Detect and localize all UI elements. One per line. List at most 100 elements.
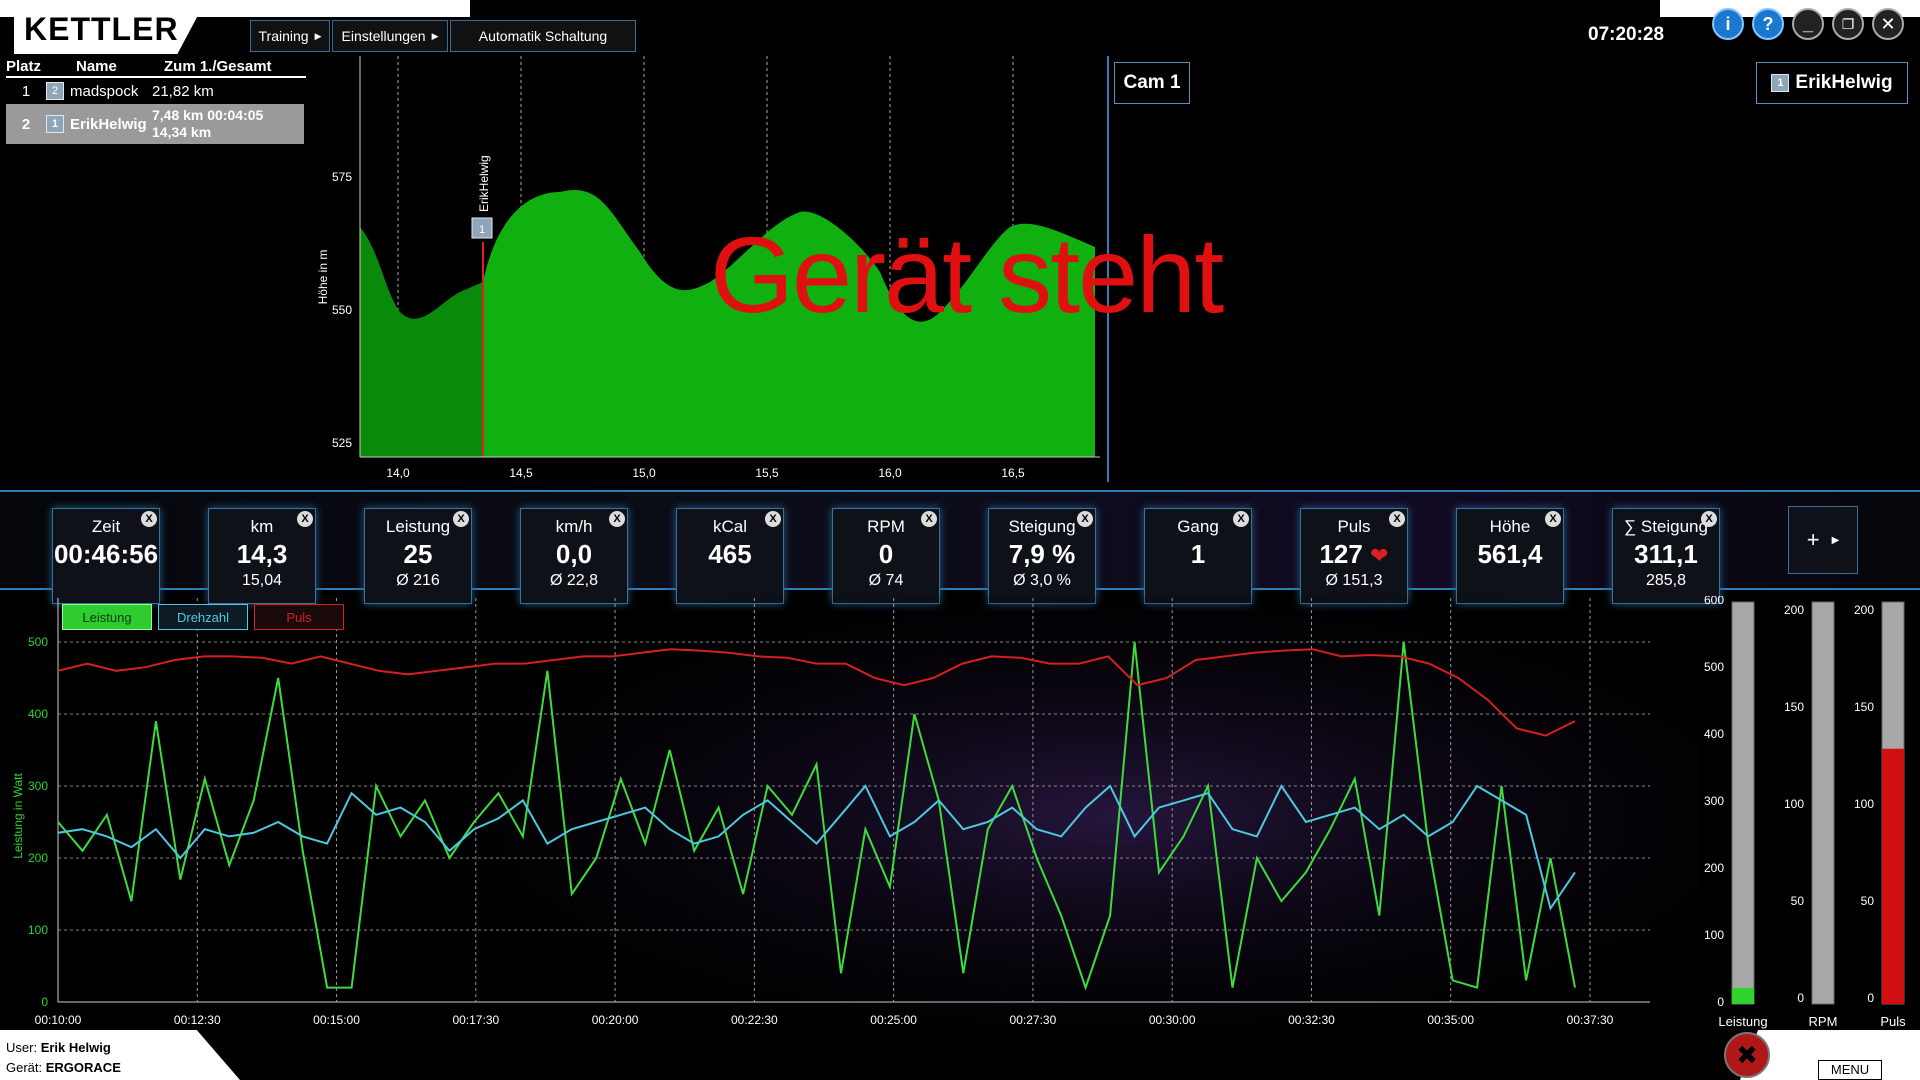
close-icon[interactable]: X bbox=[1701, 511, 1717, 527]
add-metric-button[interactable]: + ▶ bbox=[1788, 506, 1858, 574]
metric-tile-rpm[interactable]: X RPM 0 Ø 74 bbox=[832, 508, 940, 604]
metric-tile-zeit[interactable]: X Zeit 00:46:56 bbox=[52, 508, 160, 604]
elev-xtick: 16,5 bbox=[1001, 466, 1025, 480]
chart-ytick-left: 200 bbox=[28, 851, 48, 865]
current-user-box[interactable]: 1 ErikHelwig bbox=[1756, 62, 1908, 104]
close-icon[interactable]: X bbox=[921, 511, 937, 527]
elev-xtick: 14,0 bbox=[386, 466, 410, 480]
elev-ylabel: Höhe in m bbox=[316, 250, 330, 305]
chart-ytick-right: 0 bbox=[1717, 995, 1724, 1009]
elevation-ridden-area bbox=[360, 227, 483, 457]
metric-tile-kcal[interactable]: X kCal 465 bbox=[676, 508, 784, 604]
chart-ytick-right: 200 bbox=[1704, 861, 1724, 875]
footer bbox=[0, 1032, 1920, 1080]
gauge-label: RPM bbox=[1809, 1014, 1838, 1029]
chart-ytick-right: 400 bbox=[1704, 727, 1724, 741]
einstellungen-label: Einstellungen bbox=[341, 28, 426, 44]
chart-ytick-left: 500 bbox=[28, 635, 48, 649]
elev-xtick: 16,0 bbox=[878, 466, 902, 480]
metric-value: 7,9 % bbox=[1008, 539, 1076, 569]
metric-value: 0 bbox=[878, 539, 894, 569]
close-icon[interactable]: X bbox=[1389, 511, 1405, 527]
rider-marker-badge: 1 bbox=[479, 224, 485, 236]
rider-marker-name: ErikHelwig bbox=[477, 155, 491, 212]
minimize-icon[interactable]: _ bbox=[1792, 8, 1824, 40]
metric-tile-puls[interactable]: X Puls 127 ❤ Ø 151,3 bbox=[1300, 508, 1408, 604]
stop-button[interactable]: ✖ bbox=[1724, 1032, 1770, 1078]
metric-value: 465 bbox=[708, 539, 752, 569]
gauge-tick: 150 bbox=[1854, 700, 1874, 714]
user-badge: 1 bbox=[1771, 74, 1790, 92]
metric-value: 0,0 bbox=[555, 539, 593, 569]
training-menu-button[interactable]: Training ▶ bbox=[250, 20, 330, 52]
chart-ytick-right: 300 bbox=[1704, 794, 1724, 808]
chart-ytick-right: 600 bbox=[1704, 596, 1724, 607]
metric-avg: Ø 3,0 % bbox=[1013, 572, 1071, 589]
legend-puls-toggle[interactable]: Puls bbox=[254, 604, 344, 630]
metric-value: 311,1 bbox=[1634, 539, 1698, 569]
metric-tile-leistung[interactable]: X Leistung 25 Ø 216 bbox=[364, 508, 472, 604]
metric-tile-km[interactable]: X km 14,3 15,04 bbox=[208, 508, 316, 604]
gauge-puls-fill bbox=[1882, 748, 1904, 1004]
legend-leistung-toggle[interactable]: Leistung bbox=[62, 604, 152, 630]
current-user-name: ErikHelwig bbox=[1795, 72, 1893, 93]
close-icon[interactable]: X bbox=[765, 511, 781, 527]
legend-drehzahl-toggle[interactable]: Drehzahl bbox=[158, 604, 248, 630]
camera-button[interactable]: Cam 1 bbox=[1114, 62, 1190, 104]
gauge-tick: 150 bbox=[1784, 700, 1804, 714]
metric-avg: 15,04 bbox=[241, 572, 283, 589]
gauge-tick: 50 bbox=[1861, 894, 1875, 908]
chart-ytick-left: 300 bbox=[28, 779, 48, 793]
chart-xtick: 00:22:30 bbox=[731, 1013, 778, 1027]
chart-xtick: 00:12:30 bbox=[174, 1013, 221, 1027]
gauge-tick: 200 bbox=[1854, 603, 1874, 617]
device-stopped-overlay: Gerät steht bbox=[710, 214, 1224, 335]
training-chart: 00:10:00 00:12:30 00:15:00 00:17:30 00:20:00… bbox=[11, 596, 1906, 1038]
close-icon[interactable]: ✕ bbox=[1872, 8, 1904, 40]
close-icon[interactable]: X bbox=[141, 511, 157, 527]
metric-tile-speed[interactable]: X km/h 0,0 Ø 22,8 bbox=[520, 508, 628, 604]
close-icon[interactable]: X bbox=[1545, 511, 1561, 527]
plus-icon: + bbox=[1806, 527, 1820, 552]
gauge-tick: 0 bbox=[1867, 991, 1874, 1005]
chart-xtick: 00:35:00 bbox=[1427, 1013, 1474, 1027]
metric-tile-gang[interactable]: X Gang 1 bbox=[1144, 508, 1252, 604]
chart-xtick: 00:37:30 bbox=[1567, 1013, 1614, 1027]
metric-avg: 285,8 bbox=[1645, 572, 1687, 589]
close-icon[interactable]: X bbox=[453, 511, 469, 527]
metric-value: 00:46:56 bbox=[53, 539, 159, 569]
metric-tile-hoehe[interactable]: X Höhe 561,4 bbox=[1456, 508, 1564, 604]
user-value: Erik Helwig bbox=[40, 1040, 111, 1055]
chart-xtick: 00:20:00 bbox=[592, 1013, 639, 1027]
restore-icon[interactable]: ❐ bbox=[1832, 8, 1864, 40]
metric-tile-sum-steigung[interactable]: X ∑ Steigung 311,1 285,8 bbox=[1612, 508, 1720, 604]
gauge-tick: 0 bbox=[1797, 991, 1804, 1005]
help-icon[interactable]: ? bbox=[1752, 8, 1784, 40]
gauge-tick: 200 bbox=[1784, 603, 1804, 617]
automatik-label: Automatik Schaltung bbox=[478, 28, 608, 44]
close-icon[interactable]: X bbox=[609, 511, 625, 527]
close-icon[interactable]: X bbox=[297, 511, 313, 527]
close-icon[interactable]: X bbox=[1233, 511, 1249, 527]
info-icon[interactable]: i bbox=[1712, 8, 1744, 40]
chart-ytick-left: 0 bbox=[41, 995, 48, 1009]
gauge-tick: 50 bbox=[1791, 894, 1805, 908]
gauge-tick: 100 bbox=[1854, 797, 1874, 811]
elev-ytick: 525 bbox=[332, 436, 352, 450]
chart-ytick-right: 100 bbox=[1704, 928, 1724, 942]
metric-value: 1 bbox=[1190, 539, 1206, 569]
chart-ylabel: Leistung in Watt bbox=[11, 773, 25, 859]
close-icon[interactable]: X bbox=[1077, 511, 1093, 527]
automatik-schaltung-button[interactable]: Automatik Schaltung bbox=[450, 20, 636, 52]
chart-xtick: 00:15:00 bbox=[313, 1013, 360, 1027]
top-bar: KETTLER Training ▶ Einstellungen ▶ Autom… bbox=[0, 0, 1920, 58]
metric-tile-steigung[interactable]: X Steigung 7,9 % Ø 3,0 % bbox=[988, 508, 1096, 604]
gauge-leistung-fill bbox=[1732, 987, 1754, 1004]
einstellungen-menu-button[interactable]: Einstellungen ▶ bbox=[332, 20, 448, 52]
metric-value: 561,4 bbox=[1477, 539, 1543, 569]
menu-button[interactable]: MENU bbox=[1818, 1060, 1882, 1080]
gauge-label: Leistung bbox=[1718, 1014, 1767, 1029]
gauge-label: Puls bbox=[1880, 1014, 1906, 1029]
chart-xtick: 00:27:30 bbox=[1010, 1013, 1057, 1027]
metric-value: 25 bbox=[403, 539, 433, 569]
